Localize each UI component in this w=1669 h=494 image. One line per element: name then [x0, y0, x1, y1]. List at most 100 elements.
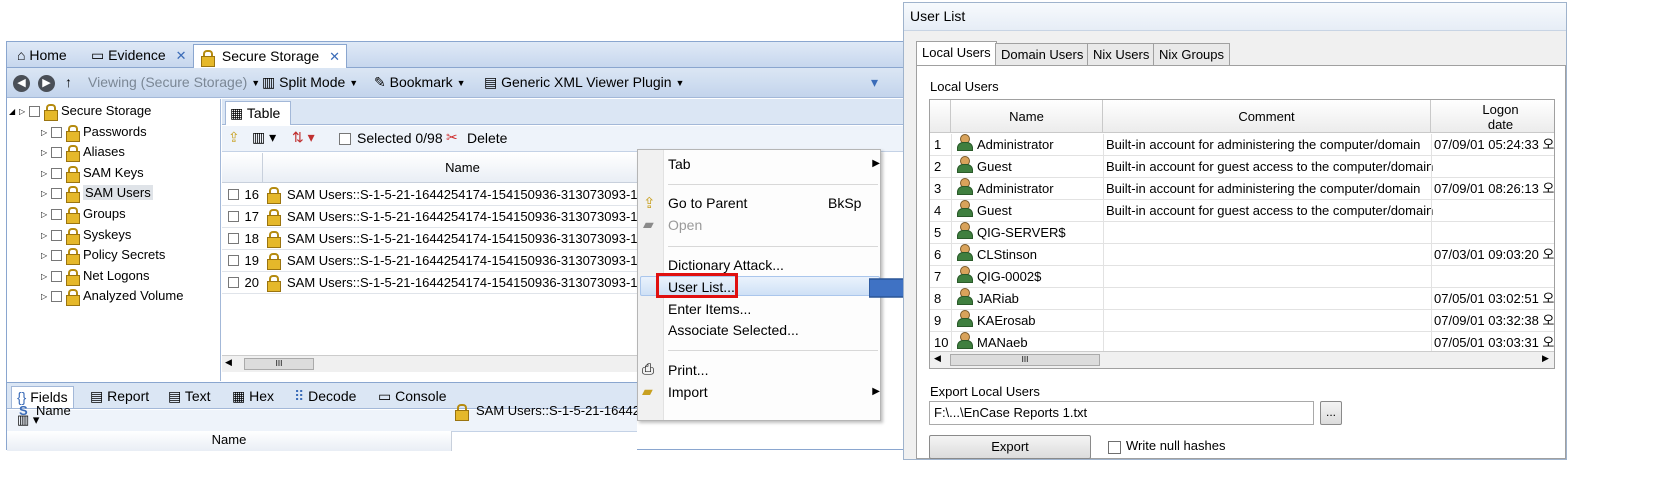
user-row[interactable]: 5 QIG-SERVER$	[930, 222, 1554, 244]
lock-icon	[266, 209, 281, 226]
tree-item[interactable]: ▷ Passwords	[41, 122, 147, 143]
tab-table[interactable]: ▦ Table	[225, 101, 291, 125]
user-row[interactable]: 2 Guest Built-in account for guest access …	[930, 156, 1554, 178]
tree-item[interactable]: ▷ Groups	[41, 204, 126, 225]
user-row[interactable]: 8 JARiab 07/05/01 03:02:51 오후 (U...	[930, 288, 1554, 310]
browse-button[interactable]: ...	[1320, 401, 1342, 425]
forward-icon[interactable]: ▶	[38, 74, 55, 92]
bookmark-dropdown[interactable]: ✎ Bookmark ▼	[374, 74, 466, 91]
cell-divider	[951, 200, 952, 222]
tab-evidence[interactable]: ▭ Evidence ✕	[85, 44, 193, 68]
tree-item-sam-users[interactable]: ▷ SAM Users	[41, 183, 153, 204]
toolbar-overflow-icon[interactable]: ▾	[871, 74, 878, 91]
columns-icon[interactable]: ▥ ▾	[252, 129, 276, 146]
export-path-input[interactable]: F:\...\EnCase Reports 1.txt	[929, 401, 1314, 425]
cell-divider	[951, 134, 952, 156]
table-row[interactable]: 19 SAM Users::S-1-5-21-1644254174-1541509…	[222, 250, 659, 272]
user-name: QIG-0002$	[977, 269, 1042, 284]
comment-column-header[interactable]: Comment	[1103, 100, 1431, 133]
select-all-checkbox[interactable]	[339, 133, 351, 145]
split-mode-dropdown[interactable]: ▥ Split Mode ▼	[262, 74, 358, 91]
close-tab-icon[interactable]: ✕	[176, 48, 187, 63]
tab-nix-users[interactable]: Nix Users	[1087, 43, 1156, 65]
delete-button[interactable]: Delete	[467, 130, 507, 146]
name-column-header[interactable]: Name	[951, 100, 1103, 133]
row-number-header	[930, 100, 951, 133]
back-icon[interactable]: ◀	[13, 74, 30, 92]
tree-item[interactable]: ▷ Analyzed Volume	[41, 286, 183, 307]
user-icon	[956, 266, 973, 283]
user-icon	[956, 200, 973, 217]
menu-item-go-to-parent[interactable]: Go to Parent BkSp	[668, 192, 878, 214]
table-row[interactable]: 17 SAM Users::S-1-5-21-1644254174-1541509…	[222, 206, 659, 228]
cell-divider	[1431, 156, 1432, 178]
row-number: 10	[934, 335, 949, 350]
field-type-icon: S	[19, 403, 28, 418]
lock-icon	[65, 145, 80, 163]
user-row[interactable]: 1 Administrator Built-in account for admin…	[930, 134, 1554, 156]
user-icon	[956, 178, 973, 195]
row-number: 6	[934, 247, 942, 262]
menu-item-associate-selected[interactable]: Associate Selected...	[668, 319, 799, 341]
menu-item-enter-items[interactable]: Enter Items...	[668, 298, 751, 320]
user-row[interactable]: 7 QIG-0002$	[930, 266, 1554, 288]
cell-divider	[1103, 222, 1104, 244]
fields-name-header[interactable]: Name	[7, 431, 452, 451]
tree-item[interactable]: ▷ Aliases	[41, 142, 125, 163]
user-row[interactable]: 3 Administrator Built-in account for admin…	[930, 178, 1555, 200]
user-comment: Built-in account for guest access to the…	[1106, 203, 1434, 218]
lock-icon	[65, 125, 80, 143]
cell-divider	[1431, 310, 1432, 332]
cell-divider	[1103, 310, 1104, 332]
selected-count: Selected 0/98	[357, 130, 443, 146]
lock-icon	[266, 231, 281, 248]
user-row[interactable]: 4 Guest Built-in account for guest access …	[930, 200, 1554, 222]
cell-divider	[1103, 288, 1104, 310]
write-null-hashes-checkbox[interactable]	[1108, 441, 1121, 454]
cell-divider	[951, 266, 952, 288]
cell-divider	[1431, 134, 1432, 156]
name-column-header[interactable]: Name	[263, 153, 663, 183]
tab-domain-users[interactable]: Domain Users	[995, 43, 1090, 65]
go-up-icon[interactable]: ⇪	[228, 129, 240, 146]
close-tab-icon[interactable]: ✕	[329, 49, 340, 64]
export-button[interactable]: Export	[929, 435, 1091, 459]
table-row[interactable]: 20 SAM Users::S-1-5-21-1644254174-1541509…	[222, 272, 659, 294]
tree-item[interactable]: ▷ SAM Keys	[41, 163, 144, 184]
table-row[interactable]: 16 SAM Users::S-1-5-21-1644254174-1541509…	[222, 184, 659, 206]
up-arrow-icon[interactable]: ↑	[65, 74, 72, 90]
plugin-dropdown[interactable]: ▤ Generic XML Viewer Plugin ▼	[484, 74, 684, 91]
cell-divider	[951, 244, 952, 266]
table-row[interactable]: 18 SAM Users::S-1-5-21-1644254174-1541509…	[222, 228, 659, 250]
horizontal-scrollbar[interactable]: ◀ III ▶	[930, 351, 1554, 368]
tree-panel: ◢ ▷ Secure Storage ▷ Passwords ▷ Aliases ▷ SA…	[7, 99, 221, 381]
print-icon: ⎙	[642, 361, 655, 378]
local-users-panel: Local Users Name Comment Logon date 1 Admi…	[916, 65, 1566, 459]
menu-item-import[interactable]: Import ▶	[668, 381, 880, 403]
user-name: MANaeb	[977, 335, 1028, 350]
viewing-dropdown[interactable]: Viewing (Secure Storage) ▼	[88, 74, 260, 90]
user-logon-date: 07/09/01 08:26:13 오후 (U...	[1434, 181, 1555, 196]
tab-local-users[interactable]: Local Users	[916, 41, 997, 66]
tab-home[interactable]: ⌂ Home	[11, 44, 73, 68]
tree-item[interactable]: ▷ Policy Secrets	[41, 245, 165, 266]
tab-nix-groups[interactable]: Nix Groups	[1153, 43, 1231, 65]
sort-icon[interactable]: ⇅ ▾	[292, 129, 315, 146]
menu-item-print[interactable]: Print...	[668, 359, 708, 381]
menu-separator	[668, 246, 878, 247]
tree-root-secure-storage[interactable]: ◢ ▷ Secure Storage	[9, 101, 151, 122]
row-number: 2	[934, 159, 942, 174]
tab-secure-storage[interactable]: Secure Storage ✕	[193, 44, 347, 68]
cell-divider	[1103, 134, 1104, 156]
field-row[interactable]: S Name SAM Users::S-1-5-21-164425	[7, 400, 647, 422]
tree-item[interactable]: ▷ Syskeys	[41, 225, 131, 246]
user-name: Administrator	[977, 181, 1054, 196]
user-row[interactable]: 6 CLStinson 07/03/01 09:03:20 오후 (U...	[930, 244, 1554, 266]
menu-item-tab[interactable]: Tab ▶	[668, 153, 880, 175]
logon-date-column-header[interactable]: Logon date	[1431, 100, 1554, 133]
tree-item[interactable]: ▷ Net Logons	[41, 266, 150, 287]
user-row[interactable]: 9 KAErosab 07/09/01 03:32:38 오후 (U...	[930, 310, 1554, 332]
horizontal-scrollbar[interactable]: ◀ III	[222, 355, 642, 372]
lock-icon	[43, 104, 58, 122]
menu-item-open[interactable]: Open	[668, 214, 702, 236]
